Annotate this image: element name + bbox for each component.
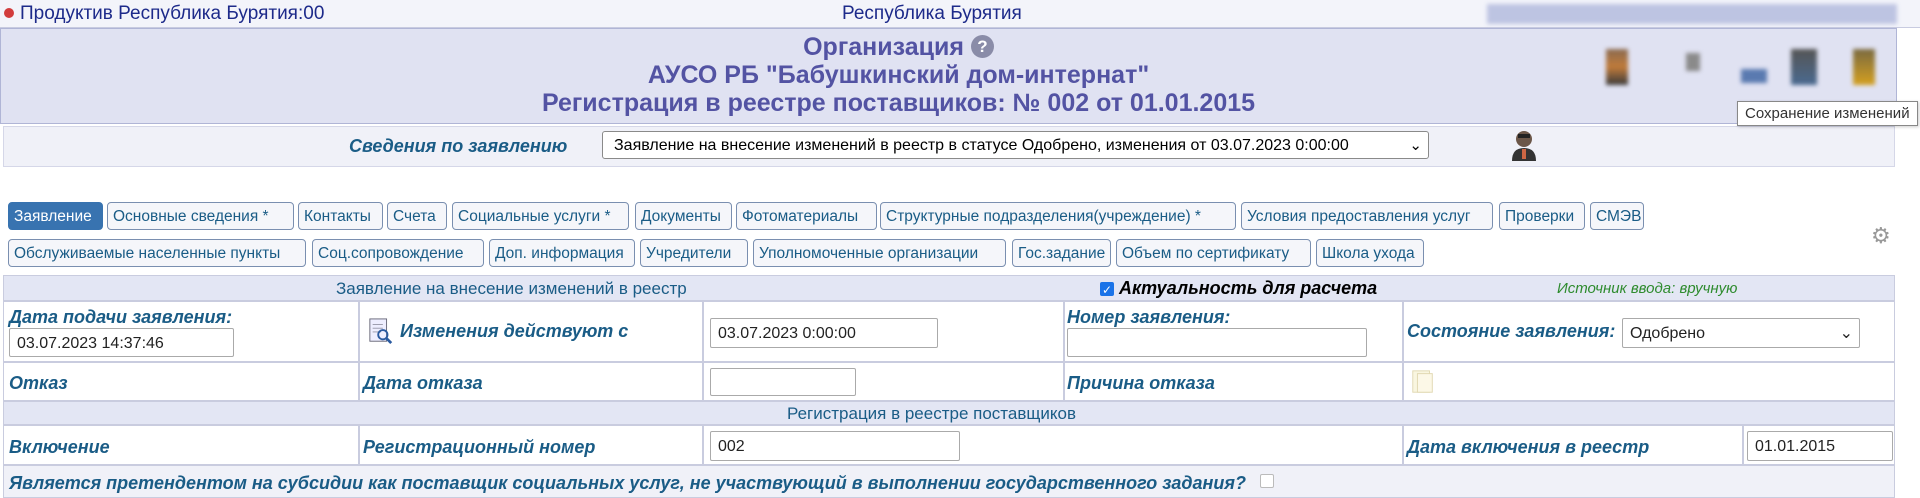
- tab-row1-8[interactable]: Условия предоставления услуг: [1241, 202, 1493, 230]
- cell-date-submit: Дата подачи заявления: 03.07.2023 14:37:…: [3, 301, 359, 362]
- tab-row1-2[interactable]: Контакты: [298, 202, 383, 230]
- help-icon[interactable]: ?: [970, 35, 994, 58]
- toolbar-icon-1[interactable]: [1606, 49, 1628, 85]
- gear-icon[interactable]: ⚙: [1871, 223, 1891, 249]
- subsidy-checkbox[interactable]: [1260, 474, 1274, 488]
- status-dot-icon: [4, 8, 14, 18]
- cell-subsidy: Является претендентом на субсидии как по…: [3, 465, 1895, 498]
- tab-row1-6[interactable]: Фотоматериалы: [736, 202, 877, 230]
- registration-number-label: Регистрационный номер: [363, 437, 596, 457]
- tab-row2-6[interactable]: Объем по сертификату: [1116, 239, 1311, 267]
- tab-row1-10[interactable]: СМЭВ: [1590, 202, 1644, 230]
- tab-row1-5[interactable]: Документы: [635, 202, 732, 230]
- cell-inclusion: Включение: [3, 425, 359, 465]
- registration-section-title: Регистрация в реестре поставщиков: [787, 404, 1076, 423]
- cell-refusal-reason-label: Причина отказа: [1064, 362, 1403, 401]
- tab-row2-0[interactable]: Обслуживаемые населенные пункты: [8, 239, 306, 267]
- header-line-1: Организация ?: [1, 33, 1796, 62]
- cell-refusal-date-label: Дата отказа: [359, 362, 703, 401]
- cell-changes-value: 03.07.2023 0:00:00: [703, 301, 1064, 362]
- registration-number-field[interactable]: 002: [710, 431, 960, 461]
- cell-reg-date-label: Дата включения в реестр: [1403, 425, 1743, 465]
- tab-row1-1[interactable]: Основные сведения *: [107, 202, 294, 230]
- toolbar-icon-3[interactable]: [1741, 69, 1767, 83]
- cell-refusal: Отказ: [3, 362, 359, 401]
- actuality-label: Актуальность для расчета: [1119, 278, 1378, 298]
- user-avatar-icon[interactable]: [1510, 129, 1538, 161]
- actuality-checkbox[interactable]: ✓: [1100, 282, 1114, 297]
- toolbar-icon-2[interactable]: [1686, 53, 1700, 71]
- organization-name: АУСО РБ "Бабушкинский дом-интернат": [647, 61, 1150, 89]
- registration-title: Регистрация в реестре поставщиков: № 002…: [541, 89, 1256, 117]
- application-state-select[interactable]: Одобрено ⌄: [1622, 318, 1860, 348]
- chevron-down-icon: ⌄: [1409, 137, 1422, 154]
- cell-changes-label: Изменения действуют с: [359, 301, 703, 362]
- app-title: Продуктив Республика Бурятия:00: [20, 3, 325, 24]
- registration-date-field[interactable]: 01.01.2015: [1747, 431, 1893, 461]
- changes-effective-label: Изменения действуют с: [400, 321, 629, 341]
- cell-reg-number-label: Регистрационный номер: [359, 425, 703, 465]
- tab-row2-1[interactable]: Соц.сопровождение: [312, 239, 484, 267]
- changes-effective-field[interactable]: 03.07.2023 0:00:00: [710, 318, 938, 348]
- refusal-date-label: Дата отказа: [363, 373, 483, 393]
- date-submit-label: Дата подачи заявления:: [9, 307, 233, 327]
- subsidy-question-label: Является претендентом на субсидии как по…: [9, 473, 1247, 493]
- tab-row1-7[interactable]: Структурные подразделения(учреждение) *: [880, 202, 1236, 230]
- cell-reg-number-value: 002: [703, 425, 1403, 465]
- application-select[interactable]: Заявление на внесение изменений в реестр…: [602, 131, 1429, 159]
- region-title: Республика Бурятия: [842, 3, 1022, 24]
- tab-row2-2[interactable]: Доп. информация: [489, 239, 635, 267]
- application-info-label: Сведения по заявлению: [349, 136, 568, 156]
- tab-row2-3[interactable]: Учредители: [640, 239, 748, 267]
- cell-refusal-reason-value: [1403, 362, 1895, 401]
- tab-row1-9[interactable]: Проверки: [1499, 202, 1585, 230]
- tab-row1-0[interactable]: Заявление: [8, 202, 103, 230]
- inclusion-label: Включение: [9, 437, 110, 457]
- cell-reg-date-value: 01.01.2015: [1743, 425, 1895, 465]
- tab-row2-4[interactable]: Уполномоченные организации: [753, 239, 1006, 267]
- date-submit-field[interactable]: 03.07.2023 14:37:46: [9, 328, 234, 357]
- application-number-label: Номер заявления:: [1067, 307, 1231, 327]
- section-header-registration: Регистрация в реестре поставщиков: [3, 401, 1895, 425]
- save-tooltip: Сохранение изменений: [1737, 101, 1918, 126]
- document-icon[interactable]: [1410, 368, 1436, 396]
- refusal-reason-label: Причина отказа: [1067, 373, 1215, 393]
- section-header-application: Заявление на внесение изменений в реестр…: [3, 275, 1895, 301]
- tab-row2-5[interactable]: Гос.задание: [1012, 239, 1111, 267]
- chevron-down-icon: ⌄: [1839, 325, 1853, 342]
- window-titlebar: Продуктив Республика Бурятия:00 Республи…: [0, 0, 1920, 28]
- document-search-icon[interactable]: [368, 316, 394, 346]
- input-source: Источник ввода: вручную: [1557, 280, 1738, 297]
- toolbar-icon-4[interactable]: [1791, 49, 1817, 85]
- cell-number: Номер заявления:: [1064, 301, 1403, 362]
- application-state-label: Состояние заявления:: [1407, 321, 1616, 341]
- save-changes-icon[interactable]: [1853, 49, 1875, 85]
- registration-date-label: Дата включения в реестр: [1407, 437, 1650, 457]
- tab-row1-4[interactable]: Социальные услуги *: [452, 202, 629, 230]
- page-header: Организация ? АУСО РБ "Бабушкинский дом-…: [0, 28, 1897, 124]
- application-info-row: Сведения по заявлению Заявление на внесе…: [3, 126, 1895, 167]
- tab-row2-7[interactable]: Школа ухода: [1316, 239, 1424, 267]
- application-number-field[interactable]: [1067, 328, 1367, 357]
- cell-state: Состояние заявления: Одобрено ⌄: [1403, 301, 1895, 362]
- cell-refusal-date-value: [703, 362, 1064, 401]
- tab-row1-3[interactable]: Счета: [387, 202, 447, 230]
- refusal-label: Отказ: [9, 373, 68, 393]
- blurred-user-info: [1487, 4, 1897, 24]
- refusal-date-field[interactable]: [710, 368, 856, 396]
- section-title: Заявление на внесение изменений в реестр: [336, 279, 687, 298]
